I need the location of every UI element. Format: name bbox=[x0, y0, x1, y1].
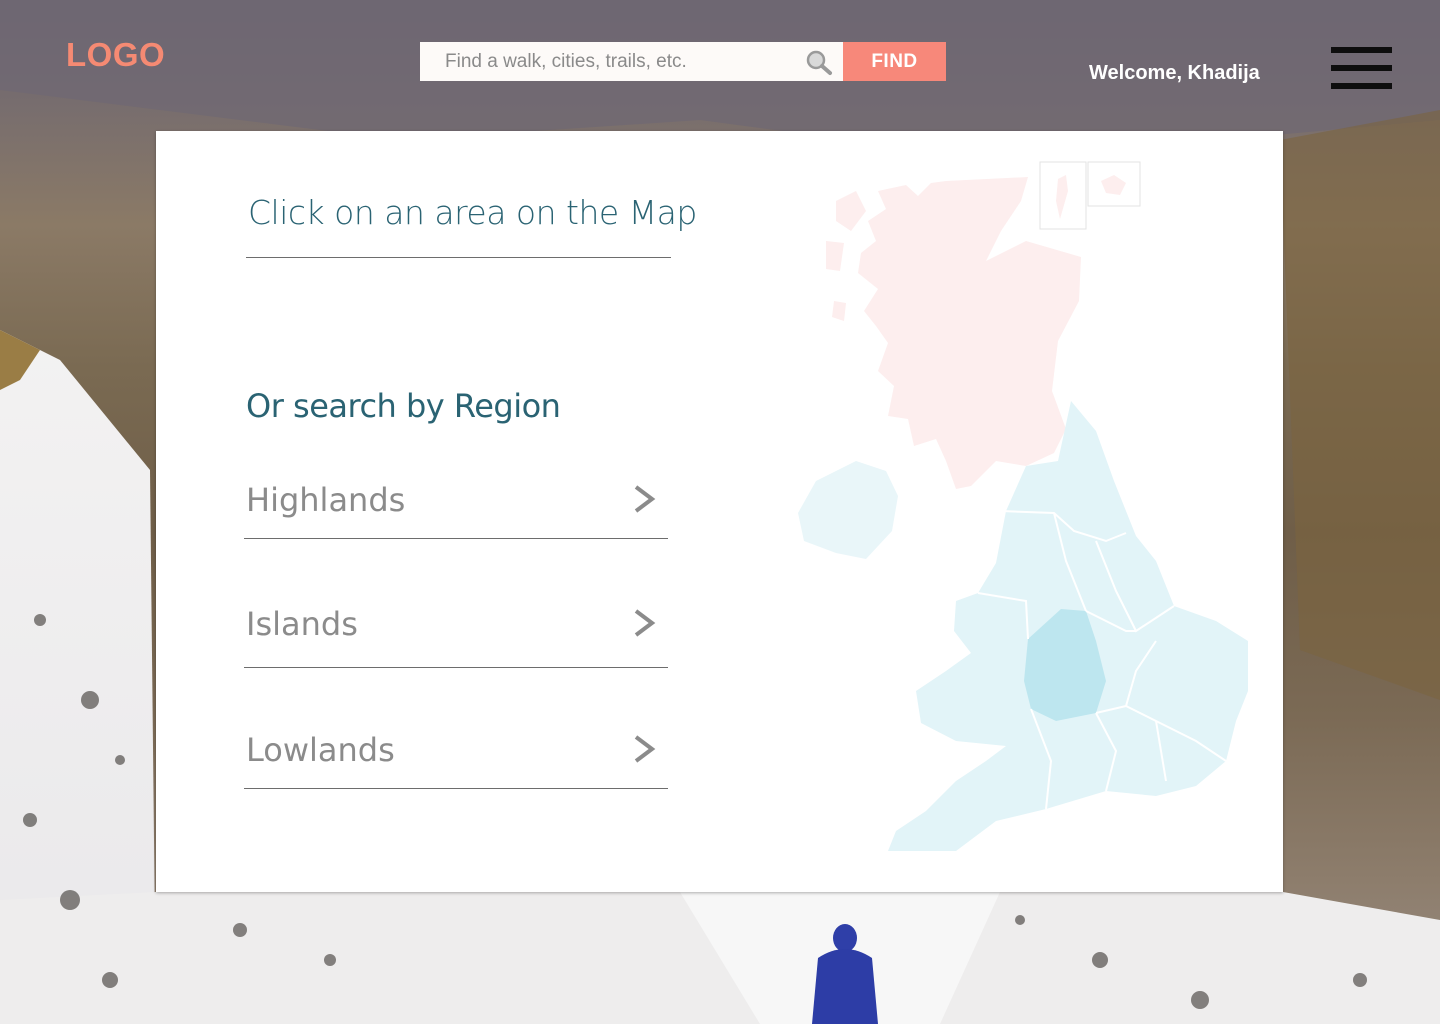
uk-map[interactable] bbox=[796, 161, 1266, 861]
region-item-highlands[interactable]: Highlands bbox=[244, 481, 668, 551]
chevron-right-icon bbox=[634, 735, 656, 763]
find-button[interactable]: FIND bbox=[843, 42, 946, 81]
chevron-right-icon bbox=[634, 609, 656, 637]
region-label: Islands bbox=[246, 605, 358, 643]
search-bar bbox=[420, 42, 843, 81]
shetland-inset bbox=[1039, 161, 1141, 230]
region-label: Lowlands bbox=[246, 731, 395, 769]
region-item-lowlands[interactable]: Lowlands bbox=[244, 731, 668, 801]
search-icon[interactable] bbox=[804, 48, 834, 76]
divider bbox=[244, 788, 668, 789]
divider bbox=[246, 257, 671, 258]
map-region-northern-ireland[interactable] bbox=[798, 461, 898, 559]
logo[interactable]: LOGO bbox=[66, 36, 165, 74]
hamburger-menu-icon[interactable] bbox=[1331, 47, 1392, 89]
chevron-right-icon bbox=[634, 485, 656, 513]
divider bbox=[244, 538, 668, 539]
divider bbox=[244, 667, 668, 668]
welcome-message: Welcome, Khadija bbox=[1089, 62, 1260, 84]
search-card: Click on an area on the Map Or search by… bbox=[156, 131, 1283, 892]
region-prompt: Or search by Region bbox=[246, 387, 561, 425]
region-label: Highlands bbox=[246, 481, 406, 519]
search-input[interactable] bbox=[420, 42, 800, 81]
region-item-islands[interactable]: Islands bbox=[244, 605, 668, 675]
map-prompt: Click on an area on the Map bbox=[248, 193, 697, 232]
map-region-scotland-islands bbox=[826, 191, 866, 321]
